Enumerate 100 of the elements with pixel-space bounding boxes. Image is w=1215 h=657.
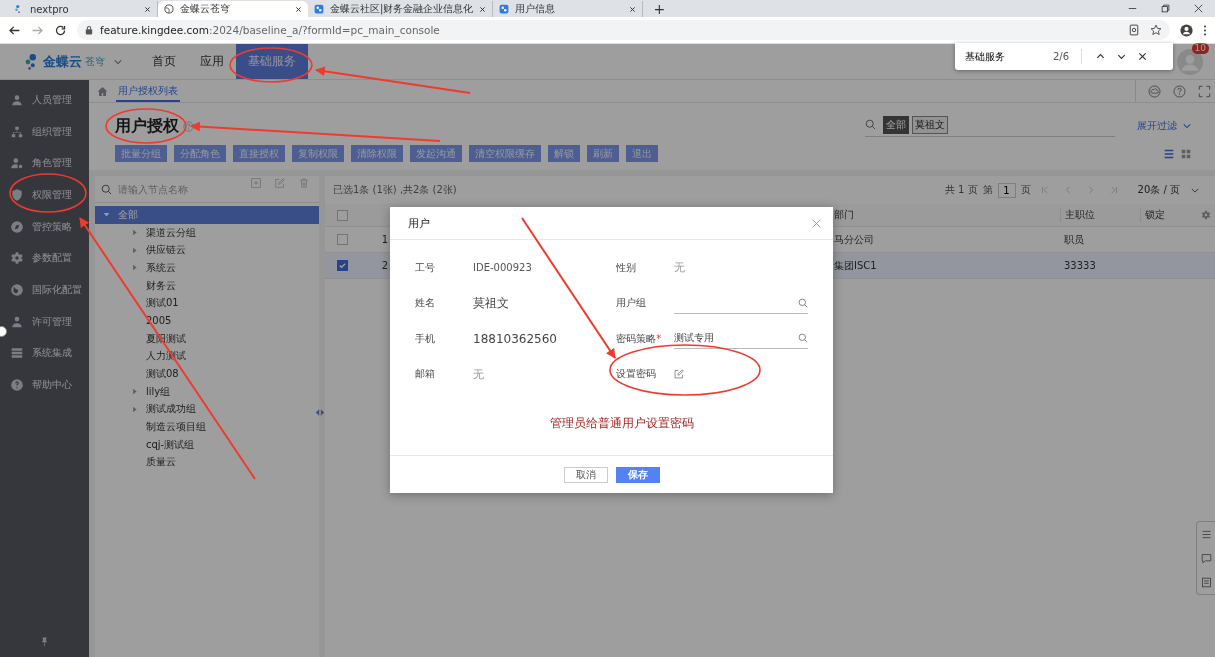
list-view-icon[interactable] <box>1164 148 1174 159</box>
tree-node[interactable]: 测试08 <box>95 365 319 383</box>
tree-node[interactable]: 财务云 <box>95 276 319 295</box>
caret-icon[interactable] <box>114 58 122 65</box>
help-icon[interactable] <box>1173 84 1186 98</box>
help-icon[interactable] <box>183 120 194 132</box>
checkbox[interactable] <box>337 260 348 271</box>
nav-tab[interactable]: 首页 <box>140 44 188 79</box>
collapse-arrow-icon[interactable] <box>131 388 138 396</box>
tree-node[interactable]: 全部 <box>95 206 319 224</box>
checkbox[interactable] <box>337 209 348 221</box>
previous-match-icon[interactable] <box>1096 52 1106 61</box>
close-icon[interactable] <box>629 5 637 13</box>
collapse-arrow-icon[interactable] <box>131 264 138 272</box>
filter-chip[interactable]: 全部 <box>883 115 909 134</box>
check-icon <box>338 261 347 270</box>
pin-icon[interactable] <box>39 636 50 647</box>
cloud-icon[interactable] <box>1148 84 1161 98</box>
app-logo-icon <box>499 4 510 14</box>
tree-node[interactable]: 质量云 <box>95 453 319 472</box>
save-button[interactable]: 保存 <box>615 466 660 483</box>
reload-icon[interactable] <box>54 23 67 37</box>
sidebar-item[interactable]: 系统集成 <box>0 337 89 370</box>
account-icon[interactable] <box>1180 23 1193 37</box>
tree-node[interactable]: 测试成功组 <box>95 400 319 419</box>
sidebar-item[interactable]: 人员管理 <box>0 84 89 116</box>
close-icon[interactable] <box>1194 4 1203 13</box>
edit-icon[interactable] <box>275 178 285 188</box>
column-header: 部门 <box>833 208 855 222</box>
home-icon[interactable] <box>97 85 108 97</box>
close-icon[interactable] <box>479 5 487 13</box>
tree-node[interactable]: lily组 <box>95 382 319 401</box>
page-field[interactable]: 1 <box>997 182 1016 198</box>
collapse-arrow-icon[interactable] <box>131 246 138 254</box>
browser-tab[interactable]: 金蝶云苍穹 <box>158 1 308 17</box>
sidebar-item[interactable]: 权限管理 <box>0 179 89 211</box>
logo-subtitle: 苍穹 <box>85 54 105 69</box>
filter-chip[interactable]: 莫祖文 <box>912 115 948 134</box>
sidebar-item[interactable]: 帮助中心 <box>0 369 89 401</box>
caret-icon[interactable] <box>1191 187 1199 193</box>
search-icon <box>101 183 112 195</box>
page-label: 页 <box>1020 183 1031 197</box>
grid-view-icon[interactable] <box>1181 148 1191 159</box>
sidebar-item[interactable]: 角色管理 <box>0 147 89 180</box>
table-cell-text: 职员 <box>1063 232 1085 247</box>
close-icon[interactable] <box>295 5 302 13</box>
expand-arrow-icon[interactable] <box>103 211 110 219</box>
more-icon[interactable] <box>1203 23 1207 37</box>
search-icon[interactable] <box>798 297 808 308</box>
fullscreen-icon[interactable] <box>1198 84 1211 98</box>
tree-node[interactable]: cqj-测试组 <box>95 435 319 454</box>
next-match-icon[interactable] <box>1117 52 1127 61</box>
tab-title: 金蝶云社区|财务金融企业信息化 <box>330 2 474 16</box>
caret-icon[interactable] <box>1183 123 1191 129</box>
checkbox[interactable] <box>337 234 348 245</box>
settings-icon[interactable] <box>1201 210 1211 220</box>
list-icon[interactable] <box>1200 528 1212 540</box>
page-size-select[interactable]: 20条 / 页 <box>1137 183 1180 197</box>
sidebar-item[interactable]: 国际化配置 <box>0 274 89 306</box>
row-number: 2 <box>380 260 390 271</box>
document-icon[interactable] <box>1200 576 1212 588</box>
nav-tab[interactable]: 应用 <box>188 44 236 79</box>
search-icon[interactable] <box>798 333 808 344</box>
new-tab-button[interactable]: + <box>653 1 666 17</box>
trash-icon[interactable] <box>299 178 309 188</box>
edit-icon[interactable] <box>674 369 685 380</box>
expand-filter-link[interactable]: 展开过滤 <box>1137 119 1177 133</box>
star-icon[interactable] <box>1150 24 1162 36</box>
url-text: feature.kingdee.com:2024/baseline_a/?formId=pc_main_console <box>100 24 440 36</box>
splitter-arrows-icon[interactable] <box>315 409 325 416</box>
address-field[interactable]: feature.kingdee.com:2024/baseline_a/?formId=pc_main_console <box>77 20 1170 40</box>
sidebar-item[interactable]: 许可管理 <box>0 305 89 338</box>
tree-node[interactable]: 供应链云 <box>95 241 319 260</box>
globe-icon <box>164 4 174 14</box>
person-icon <box>10 92 24 107</box>
collapse-arrow-icon[interactable] <box>131 405 138 413</box>
table-cell-text: 集团ISC1 <box>833 258 878 273</box>
close-icon[interactable] <box>1138 52 1148 61</box>
sidebar-item[interactable]: 管控策略 <box>0 210 89 243</box>
tree-node[interactable]: 渠道云分组 <box>95 223 319 242</box>
chat-icon[interactable] <box>1200 552 1212 564</box>
search-icon[interactable] <box>865 119 876 130</box>
match-count: 2/6 <box>1053 51 1070 62</box>
list-icon <box>10 346 24 361</box>
add-icon[interactable] <box>251 178 261 188</box>
row-number: 1 <box>380 234 390 245</box>
tree-node[interactable]: 制造云项目组 <box>95 418 319 436</box>
lookup-field[interactable]: 测试专用 <box>674 328 808 350</box>
sidebar-item[interactable]: 参数配置 <box>0 242 89 275</box>
tree-node[interactable]: 系统云 <box>95 259 319 277</box>
selection-summary: 已选1条 (1张) ,共2条 (2张) <box>333 183 457 197</box>
cancel-button[interactable]: 取消 <box>563 466 608 483</box>
find-field[interactable]: 基础服务 <box>965 51 1045 62</box>
close-icon[interactable] <box>144 5 151 13</box>
field-label: 手机 <box>415 331 436 346</box>
collapse-arrow-icon[interactable] <box>131 229 138 237</box>
restore-icon[interactable] <box>1161 4 1170 13</box>
page-search-icon[interactable] <box>1128 24 1140 36</box>
sidebar-item[interactable]: 组织管理 <box>0 115 89 148</box>
tree-node[interactable]: 测试01 <box>95 294 319 313</box>
